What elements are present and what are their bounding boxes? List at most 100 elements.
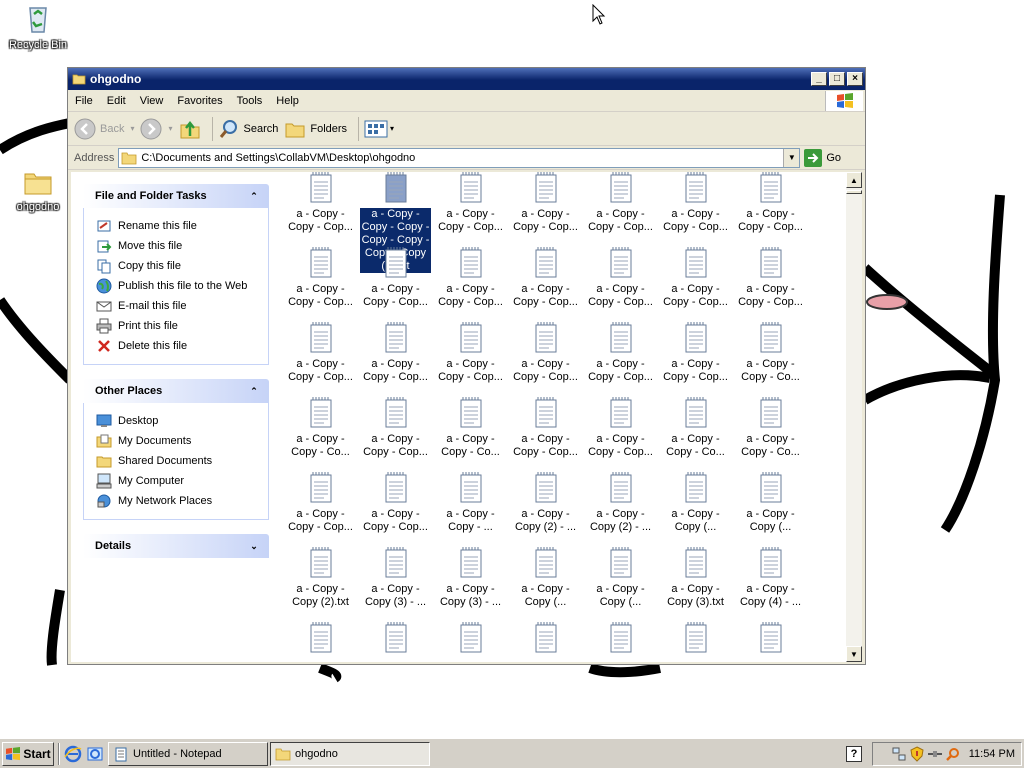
file-item[interactable]: a - Copy - Copy - Cop... bbox=[433, 172, 508, 234]
file-item[interactable]: a - Copy - Copy - Co... bbox=[283, 397, 358, 459]
menu-favorites[interactable]: Favorites bbox=[170, 95, 229, 107]
file-item[interactable]: a - Copy - Copy - Cop... bbox=[358, 247, 433, 309]
desktop-icon-recycle-bin[interactable]: Recycle Bin bbox=[3, 2, 73, 51]
file-item[interactable]: a - Copy - Copy - Co... bbox=[733, 397, 808, 459]
task-rename-file[interactable]: Rename this file bbox=[96, 216, 258, 236]
file-item[interactable]: a - Copy - Copy - Cop... bbox=[283, 322, 358, 384]
menu-tools[interactable]: Tools bbox=[230, 95, 270, 107]
file-item[interactable]: a - Copy - Copy - Cop... bbox=[433, 322, 508, 384]
search-icon[interactable] bbox=[945, 746, 961, 762]
panel-header[interactable]: Other Places ⌃ bbox=[83, 379, 269, 403]
back-button[interactable]: Back ▾ bbox=[74, 118, 134, 140]
file-item[interactable]: a - Copy - Copy - Co... bbox=[733, 322, 808, 384]
task-email-file[interactable]: E-mail this file bbox=[96, 296, 258, 316]
scroll-up-button[interactable]: ▲ bbox=[846, 172, 862, 188]
file-item[interactable] bbox=[733, 622, 808, 662]
file-item[interactable]: a - Copy - Copy (2).txt bbox=[283, 547, 358, 609]
place-my-documents[interactable]: My Documents bbox=[96, 431, 258, 451]
scroll-down-button[interactable]: ▼ bbox=[846, 646, 862, 662]
network-icon[interactable] bbox=[891, 746, 907, 762]
file-item[interactable]: a - Copy - Copy (... bbox=[733, 472, 808, 534]
menu-file[interactable]: File bbox=[68, 95, 100, 107]
security-shield-icon[interactable] bbox=[909, 746, 925, 762]
file-item[interactable]: a - Copy - Copy - Cop... bbox=[733, 172, 808, 234]
scroll-thumb[interactable] bbox=[846, 190, 862, 194]
expand-chevron-icon[interactable]: ⌄ bbox=[247, 539, 261, 553]
file-item[interactable] bbox=[283, 622, 358, 662]
internet-explorer-icon[interactable] bbox=[64, 745, 82, 763]
chevron-down-icon[interactable]: ▾ bbox=[130, 124, 134, 133]
file-item[interactable]: a - Copy - Copy - Cop... bbox=[433, 247, 508, 309]
file-item[interactable]: a - Copy - Copy - Cop... bbox=[508, 172, 583, 234]
file-item[interactable]: a - Copy - Copy (4) - ... bbox=[733, 547, 808, 609]
views-button[interactable]: ▾ bbox=[364, 119, 394, 139]
maximize-button[interactable]: □ bbox=[829, 72, 845, 86]
task-publish-web[interactable]: Publish this file to the Web bbox=[96, 276, 258, 296]
address-input[interactable]: C:\Documents and Settings\CollabVM\Deskt… bbox=[118, 147, 801, 168]
taskbar-item-ohgodno[interactable]: ohgodno bbox=[270, 741, 430, 766]
start-button[interactable]: Start bbox=[2, 741, 54, 766]
file-item[interactable]: a - Copy - Copy - Cop... bbox=[658, 247, 733, 309]
file-item[interactable]: a - Copy - Copy (3).txt bbox=[658, 547, 733, 609]
file-item[interactable]: a - Copy - Copy (2) - ... bbox=[508, 472, 583, 534]
up-folder-button[interactable] bbox=[179, 118, 201, 140]
file-item[interactable]: a - Copy - Copy - Cop... bbox=[283, 172, 358, 234]
task-print-file[interactable]: Print this file bbox=[96, 316, 258, 336]
file-item[interactable]: a - Copy - Copy - Cop... bbox=[658, 322, 733, 384]
menu-view[interactable]: View bbox=[133, 95, 171, 107]
file-item[interactable] bbox=[658, 622, 733, 662]
file-item[interactable]: a - Copy - Copy - Cop... bbox=[583, 322, 658, 384]
file-item[interactable]: a - Copy - Copy (3) - ... bbox=[358, 547, 433, 609]
file-item[interactable]: a - Copy - Copy - Cop... bbox=[583, 247, 658, 309]
panel-header[interactable]: Details ⌄ bbox=[83, 534, 269, 558]
file-item[interactable]: a - Copy - Copy - Cop... bbox=[283, 247, 358, 309]
file-item[interactable]: a - Copy - Copy - Cop... bbox=[583, 172, 658, 234]
menu-edit[interactable]: Edit bbox=[100, 95, 133, 107]
desktop-icon-ohgodno[interactable]: ohgodno bbox=[3, 168, 73, 213]
menu-help[interactable]: Help bbox=[269, 95, 306, 107]
file-item[interactable] bbox=[358, 622, 433, 662]
file-item[interactable]: a - Copy - Copy (3) - ... bbox=[433, 547, 508, 609]
place-shared-documents[interactable]: Shared Documents bbox=[96, 451, 258, 471]
file-item[interactable]: a - Copy - Copy - Cop... bbox=[508, 247, 583, 309]
panel-header[interactable]: File and Folder Tasks ⌃ bbox=[83, 184, 269, 208]
file-item[interactable]: a - Copy - Copy - ... bbox=[433, 472, 508, 534]
file-item[interactable]: a - Copy - Copy - Cop... bbox=[733, 247, 808, 309]
go-button[interactable]: Go bbox=[804, 148, 841, 167]
file-item[interactable]: a - Copy - Copy - Cop... bbox=[508, 322, 583, 384]
file-item[interactable]: a - Copy - Copy - Cop... bbox=[508, 397, 583, 459]
search-button[interactable]: Search bbox=[218, 118, 278, 140]
file-item[interactable]: a - Copy - Copy - Cop... bbox=[358, 322, 433, 384]
file-item[interactable]: a - Copy - Copy - Co... bbox=[433, 397, 508, 459]
file-item[interactable]: a - Copy - Copy - Cop... bbox=[283, 472, 358, 534]
outlook-express-icon[interactable] bbox=[86, 745, 104, 763]
file-item[interactable]: a - Copy - Copy (... bbox=[658, 472, 733, 534]
file-item[interactable]: a - Copy - Copy - Cop... bbox=[358, 472, 433, 534]
file-item[interactable]: a - Copy - Copy (... bbox=[583, 547, 658, 609]
file-item[interactable] bbox=[583, 622, 658, 662]
file-item[interactable]: a - Copy - Copy (2) - ... bbox=[583, 472, 658, 534]
close-button[interactable]: × bbox=[847, 72, 863, 86]
collapse-chevron-icon[interactable]: ⌃ bbox=[247, 189, 261, 203]
wire-icon[interactable] bbox=[927, 746, 943, 762]
file-item[interactable]: a - Copy - Copy - Co... bbox=[658, 397, 733, 459]
task-move-file[interactable]: Move this file bbox=[96, 236, 258, 256]
task-delete-file[interactable]: Delete this file bbox=[96, 336, 258, 356]
file-item[interactable]: a - Copy - Copy - Cop... bbox=[658, 172, 733, 234]
collapse-chevron-icon[interactable]: ⌃ bbox=[247, 384, 261, 398]
file-item[interactable]: a - Copy - Copy - Cop... bbox=[583, 397, 658, 459]
minimize-button[interactable]: _ bbox=[811, 72, 827, 86]
taskbar-item-notepad[interactable]: Untitled - Notepad bbox=[108, 741, 268, 766]
chevron-down-icon[interactable]: ▾ bbox=[168, 124, 172, 133]
file-item[interactable] bbox=[508, 622, 583, 662]
address-dropdown-button[interactable]: ▼ bbox=[783, 148, 800, 167]
place-my-computer[interactable]: My Computer bbox=[96, 471, 258, 491]
folders-button[interactable]: Folders bbox=[284, 119, 347, 139]
help-icon[interactable]: ? bbox=[846, 746, 862, 762]
vertical-scrollbar[interactable]: ▲ ▼ bbox=[846, 172, 862, 662]
file-item[interactable] bbox=[433, 622, 508, 662]
forward-button[interactable]: ▾ bbox=[140, 118, 173, 140]
title-bar[interactable]: ohgodno _ □ × bbox=[68, 68, 865, 90]
place-desktop[interactable]: Desktop bbox=[96, 411, 258, 431]
task-copy-file[interactable]: Copy this file bbox=[96, 256, 258, 276]
